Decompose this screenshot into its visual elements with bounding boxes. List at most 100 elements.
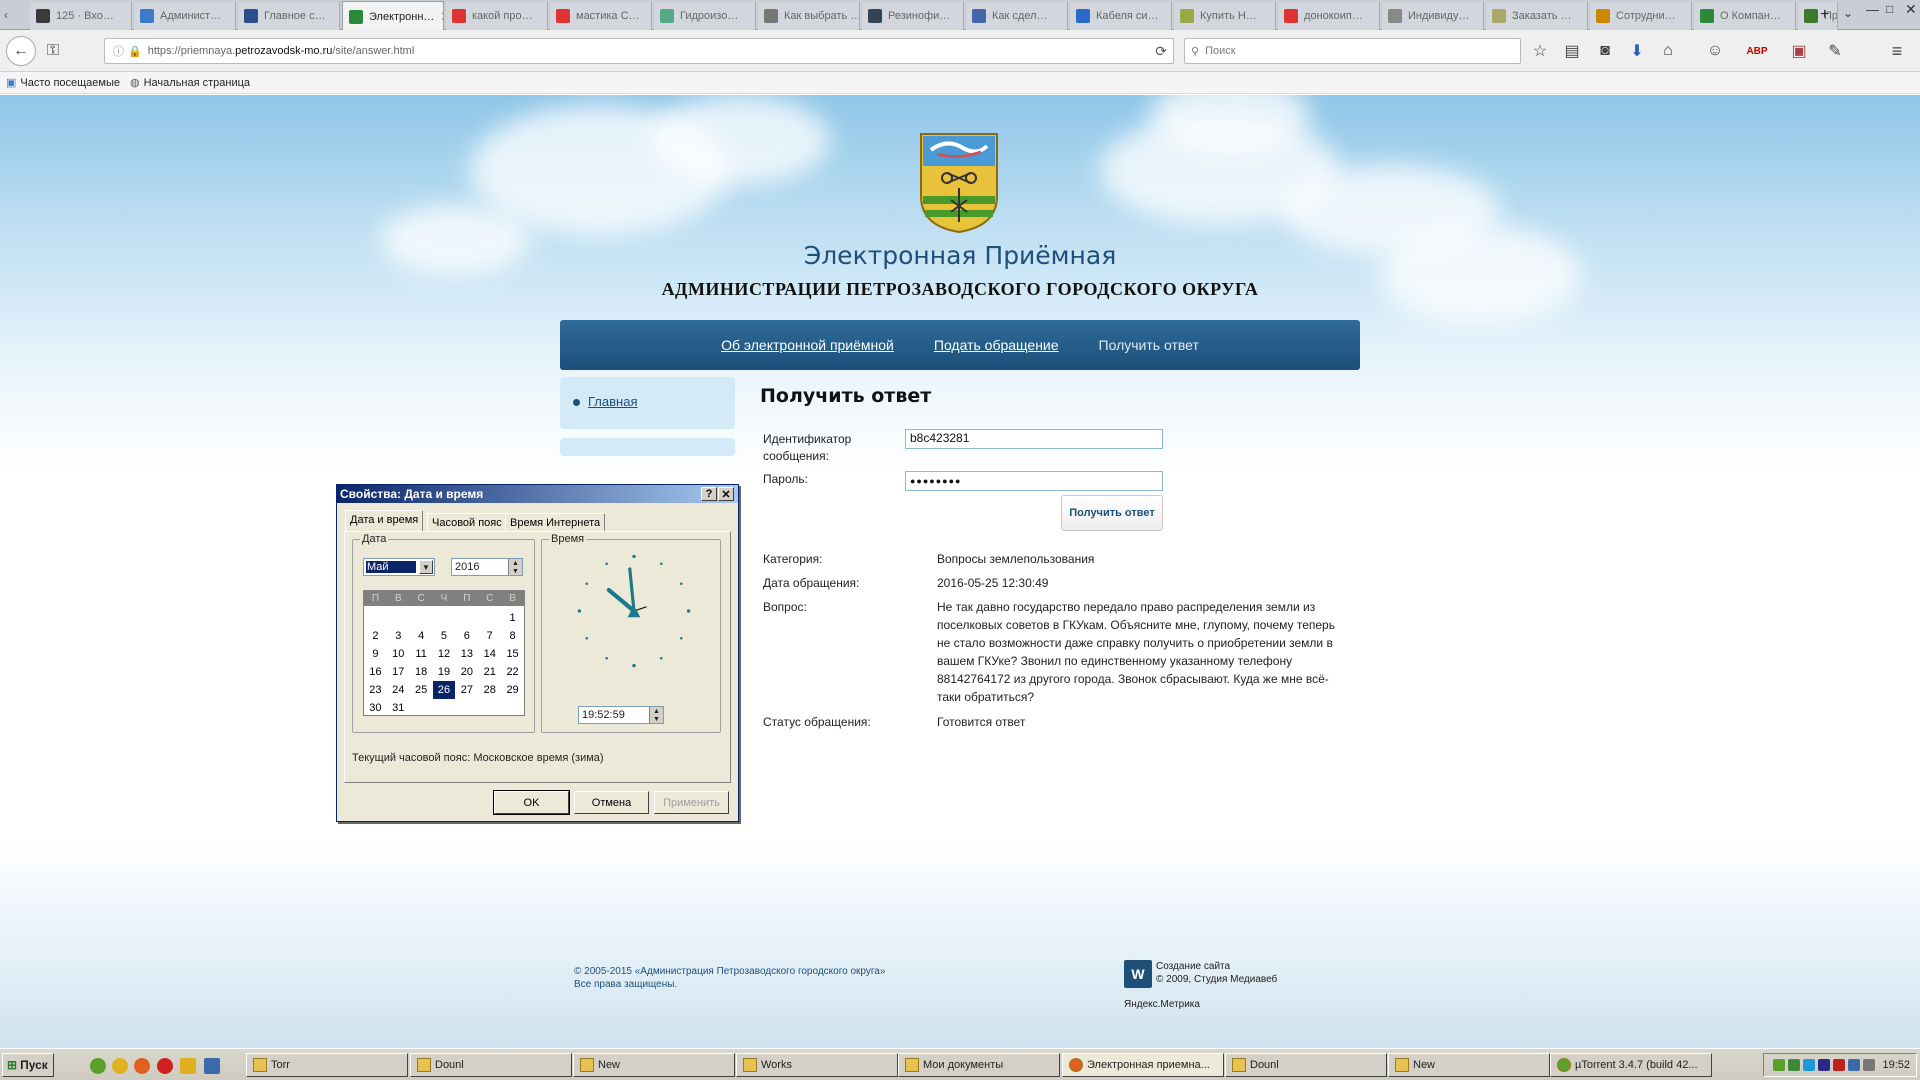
chat-icon[interactable]: ☺ [1702,38,1728,64]
extension-icon[interactable]: ▣ [1786,38,1812,64]
calendar-day[interactable]: 15 [501,645,524,663]
browser-tab[interactable]: Гидроизо… [654,2,756,30]
menu-item-get-answer[interactable]: Получить ответ [1099,337,1199,353]
browser-tab[interactable]: Индивиду… [1382,2,1484,30]
tab-internet-time[interactable]: Время Интернета [505,513,606,532]
calendar-day[interactable]: 17 [387,663,410,681]
taskbar-button[interactable]: New [573,1053,735,1077]
calendar-day[interactable]: 9 [364,645,387,663]
taskbar-button[interactable]: Torr [246,1053,408,1077]
taskbar-button[interactable]: Dounl [1225,1053,1387,1077]
apply-button[interactable]: Применить [654,791,729,814]
reading-list-icon[interactable]: ▤ [1559,38,1585,64]
calendar-day[interactable]: 21 [478,663,501,681]
taskbar-button[interactable]: Works [736,1053,898,1077]
spin-down-icon[interactable]: ▼ [653,716,660,723]
time-spinner[interactable]: 19:52:59 ▲ ▼ [578,706,664,724]
password-input[interactable]: ●●●●●●●● [905,471,1163,491]
calendar-day[interactable]: 13 [455,645,478,663]
browser-tab[interactable]: Электронн… ✕ [342,1,444,31]
display-tray-icon[interactable] [1863,1059,1876,1071]
calendar-day[interactable]: 26 [432,681,456,699]
back-button[interactable]: ← [6,36,36,66]
network-tray-icon[interactable] [1788,1059,1801,1071]
calendar-day[interactable]: 24 [387,681,410,699]
skype-tray-icon[interactable] [1803,1059,1816,1071]
download-icon[interactable]: ⬇ [1624,38,1650,64]
calendar-day[interactable]: 14 [478,645,501,663]
calendar-day[interactable]: 18 [410,663,433,681]
close-window-button[interactable]: ✕ [1905,1,1917,18]
search-bar[interactable]: ⚲ Поиск [1184,38,1521,64]
calendar-day[interactable]: 28 [478,681,501,699]
get-answer-button[interactable]: Получить ответ [1061,495,1163,531]
close-tab-icon[interactable]: ✕ [440,9,443,25]
calendar-day[interactable]: 6 [455,627,478,645]
browser-tab[interactable]: 125 · Вхо… [30,2,132,30]
calendar-day[interactable]: 5 [433,627,456,645]
home-icon[interactable]: ⌂ [1655,38,1681,64]
reload-icon[interactable]: ⟳ [1155,43,1167,60]
chrome-quicklaunch-icon[interactable] [112,1058,128,1074]
browser-tab[interactable]: Про… [1798,2,1838,30]
calendar-day[interactable]: 27 [455,681,478,699]
browser-tab[interactable]: Админист… [134,2,236,30]
spin-arrows-icon[interactable]: ▲ ▼ [649,707,663,723]
month-select[interactable]: Май ▼ [363,558,435,576]
minimize-window-button[interactable]: — [1866,2,1879,17]
opera-quicklaunch-icon[interactable] [157,1058,173,1074]
maximize-window-button[interactable]: □ [1886,2,1893,16]
calendar-day[interactable]: 11 [410,645,433,663]
calendar-day[interactable]: 25 [410,681,433,699]
new-tab-button[interactable]: + [1820,6,1829,24]
key-icon[interactable]: ⚿ [40,38,66,64]
calendar-day[interactable]: 20 [455,663,478,681]
taskbar-button[interactable]: µTorrent 3.4.7 (build 42... [1550,1053,1712,1077]
calendar-day[interactable]: 30 [364,699,387,717]
side-nav-home-link[interactable]: Главная [588,394,637,409]
calendar-day[interactable]: 22 [501,663,524,681]
calendar-day[interactable]: 7 [478,627,501,645]
help-button[interactable]: ? [701,487,717,501]
utorrent-quicklaunch-icon[interactable] [90,1058,106,1074]
developer-line-1[interactable]: Создание сайта [1156,960,1277,973]
spin-arrows-icon[interactable]: ▲ ▼ [508,559,522,575]
calendar-day[interactable]: 4 [410,627,433,645]
volume-tray-icon[interactable] [1833,1059,1846,1071]
spin-down-icon[interactable]: ▼ [512,568,519,575]
utorrent-tray-icon[interactable] [1773,1059,1786,1071]
security-tray-icon[interactable] [1818,1059,1831,1071]
language-tray-icon[interactable] [1848,1059,1861,1071]
taskbar-button[interactable]: Электронная приемна... [1062,1053,1224,1077]
tabs-scroll-left-button[interactable]: ‹ [4,8,8,22]
dropdown-arrow-icon[interactable]: ▼ [419,560,433,574]
calendar-day[interactable]: 2 [364,627,387,645]
browser-tab[interactable]: мастика С… [550,2,652,30]
bookmark-start-page[interactable]: ◍ Начальная страница [130,76,250,90]
browser-tab[interactable]: О Компан… [1694,2,1796,30]
firefox-quicklaunch-icon[interactable] [134,1058,150,1074]
taskbar-button[interactable]: Dounl [410,1053,572,1077]
year-spinner[interactable]: 2016 ▲ ▼ [451,558,523,576]
spin-up-icon[interactable]: ▲ [653,708,660,715]
calendar-day[interactable]: 19 [433,663,456,681]
calendar-day[interactable]: 31 [387,699,410,717]
developer-logo[interactable]: W [1124,960,1152,988]
taskbar-button[interactable]: Мои документы [898,1053,1060,1077]
coat-of-arms-logo[interactable] [917,130,1001,234]
menu-item-about[interactable]: Об электронной приёмной [721,337,894,353]
menu-icon[interactable]: ≡ [1884,38,1910,64]
calendar-day[interactable]: 12 [433,645,456,663]
dialog-titlebar[interactable]: Свойства: Дата и время [337,485,738,503]
calendar-day[interactable]: 8 [501,627,524,645]
browser-tab[interactable]: какой про… [446,2,548,30]
spin-up-icon[interactable]: ▲ [512,560,519,567]
calendar-day[interactable]: 1 [501,609,524,627]
taskbar-button[interactable]: New [1388,1053,1550,1077]
browser-tab[interactable]: Кабеля си… [1070,2,1172,30]
tab-date-time[interactable]: Дата и время [345,510,424,532]
desktop-quicklaunch-icon[interactable] [204,1058,220,1074]
calendar-day[interactable]: 16 [364,663,387,681]
calendar-day[interactable]: 10 [387,645,410,663]
start-button[interactable]: ⊞ Пуск [2,1053,54,1077]
